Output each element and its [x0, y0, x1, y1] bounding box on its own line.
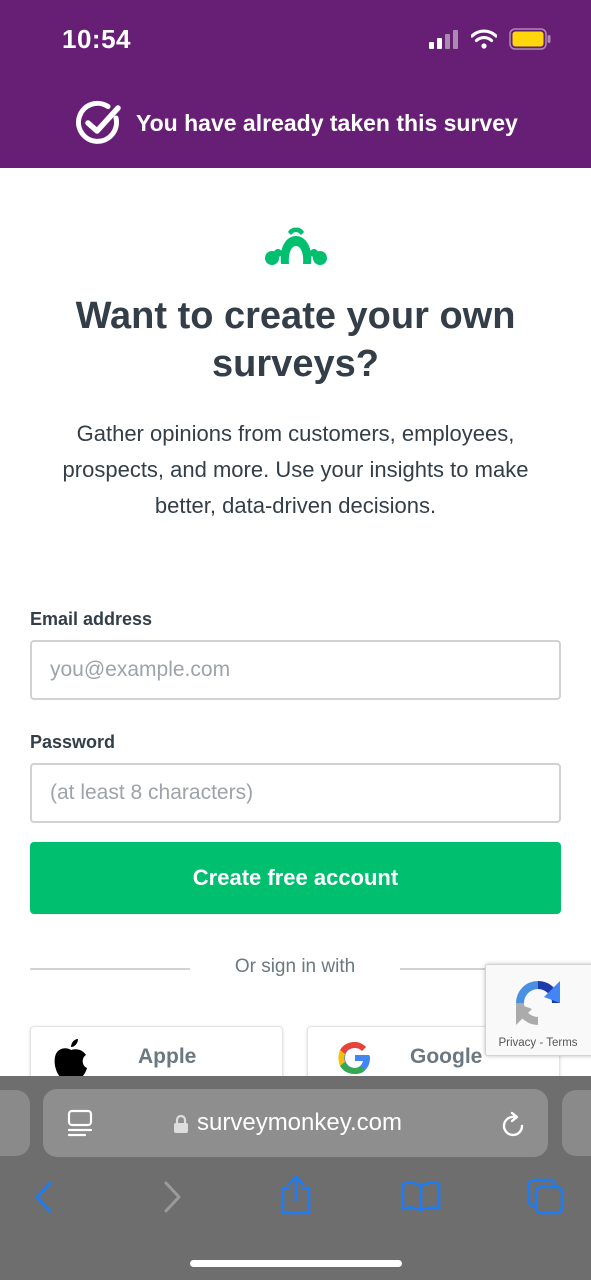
- previous-tab-preview[interactable]: [0, 1090, 30, 1156]
- password-label: Password: [30, 732, 116, 752]
- or-sign-in-text: Or sign in with: [234, 956, 356, 977]
- url-text: surveymonkey.com: [197, 1109, 402, 1136]
- recaptcha-privacy-link[interactable]: Privacy: [498, 1037, 536, 1049]
- email-label: Email address: [30, 609, 153, 629]
- recaptcha-links: Privacy - Terms: [486, 1037, 590, 1049]
- lock-icon: [174, 1114, 188, 1133]
- page-subtitle: Gather opinions from customers, employee…: [62, 421, 529, 518]
- back-icon[interactable]: [32, 1180, 56, 1214]
- already-taken-banner: You have already taken this survey: [72, 96, 518, 150]
- recaptcha-badge[interactable]: Privacy - Terms: [485, 964, 591, 1056]
- bookmarks-icon[interactable]: [401, 1180, 441, 1212]
- divider-left: [30, 968, 190, 970]
- recaptcha-icon: [516, 981, 560, 1025]
- reload-icon[interactable]: [501, 1110, 527, 1138]
- signal-icon: [429, 30, 458, 49]
- status-icons: [429, 28, 551, 50]
- google-label: Google: [410, 1045, 483, 1068]
- battery-icon: [509, 28, 551, 50]
- share-icon[interactable]: [280, 1174, 312, 1216]
- wifi-icon: [471, 29, 497, 49]
- next-tab-preview[interactable]: [562, 1090, 591, 1156]
- surveymonkey-logo-icon: [265, 227, 327, 265]
- recaptcha-separator: -: [539, 1037, 544, 1049]
- apple-icon: [54, 1039, 87, 1079]
- browser-toolbar: surveymonkey.com: [0, 1076, 591, 1280]
- page-title: Want to create your own surveys?: [75, 295, 516, 385]
- password-field[interactable]: [30, 763, 561, 823]
- create-account-button[interactable]: Create free account: [30, 842, 561, 914]
- address-bar[interactable]: surveymonkey.com: [43, 1089, 548, 1157]
- tabs-icon[interactable]: [527, 1178, 565, 1216]
- divider-right: [400, 968, 486, 970]
- apple-label: Apple: [138, 1045, 197, 1068]
- recaptcha-terms-link[interactable]: Terms: [546, 1037, 577, 1049]
- status-time: 10:54: [62, 24, 131, 54]
- header: 10:54 You have already taken this survey: [0, 0, 591, 168]
- checkmark-circle-icon: [76, 100, 121, 144]
- reader-icon[interactable]: [67, 1109, 93, 1137]
- email-field[interactable]: [30, 640, 561, 700]
- forward-icon[interactable]: [160, 1180, 184, 1214]
- home-indicator: [190, 1260, 402, 1267]
- google-icon: [338, 1042, 370, 1074]
- banner-text: You have already taken this survey: [136, 109, 518, 136]
- nav-row: [0, 1174, 591, 1216]
